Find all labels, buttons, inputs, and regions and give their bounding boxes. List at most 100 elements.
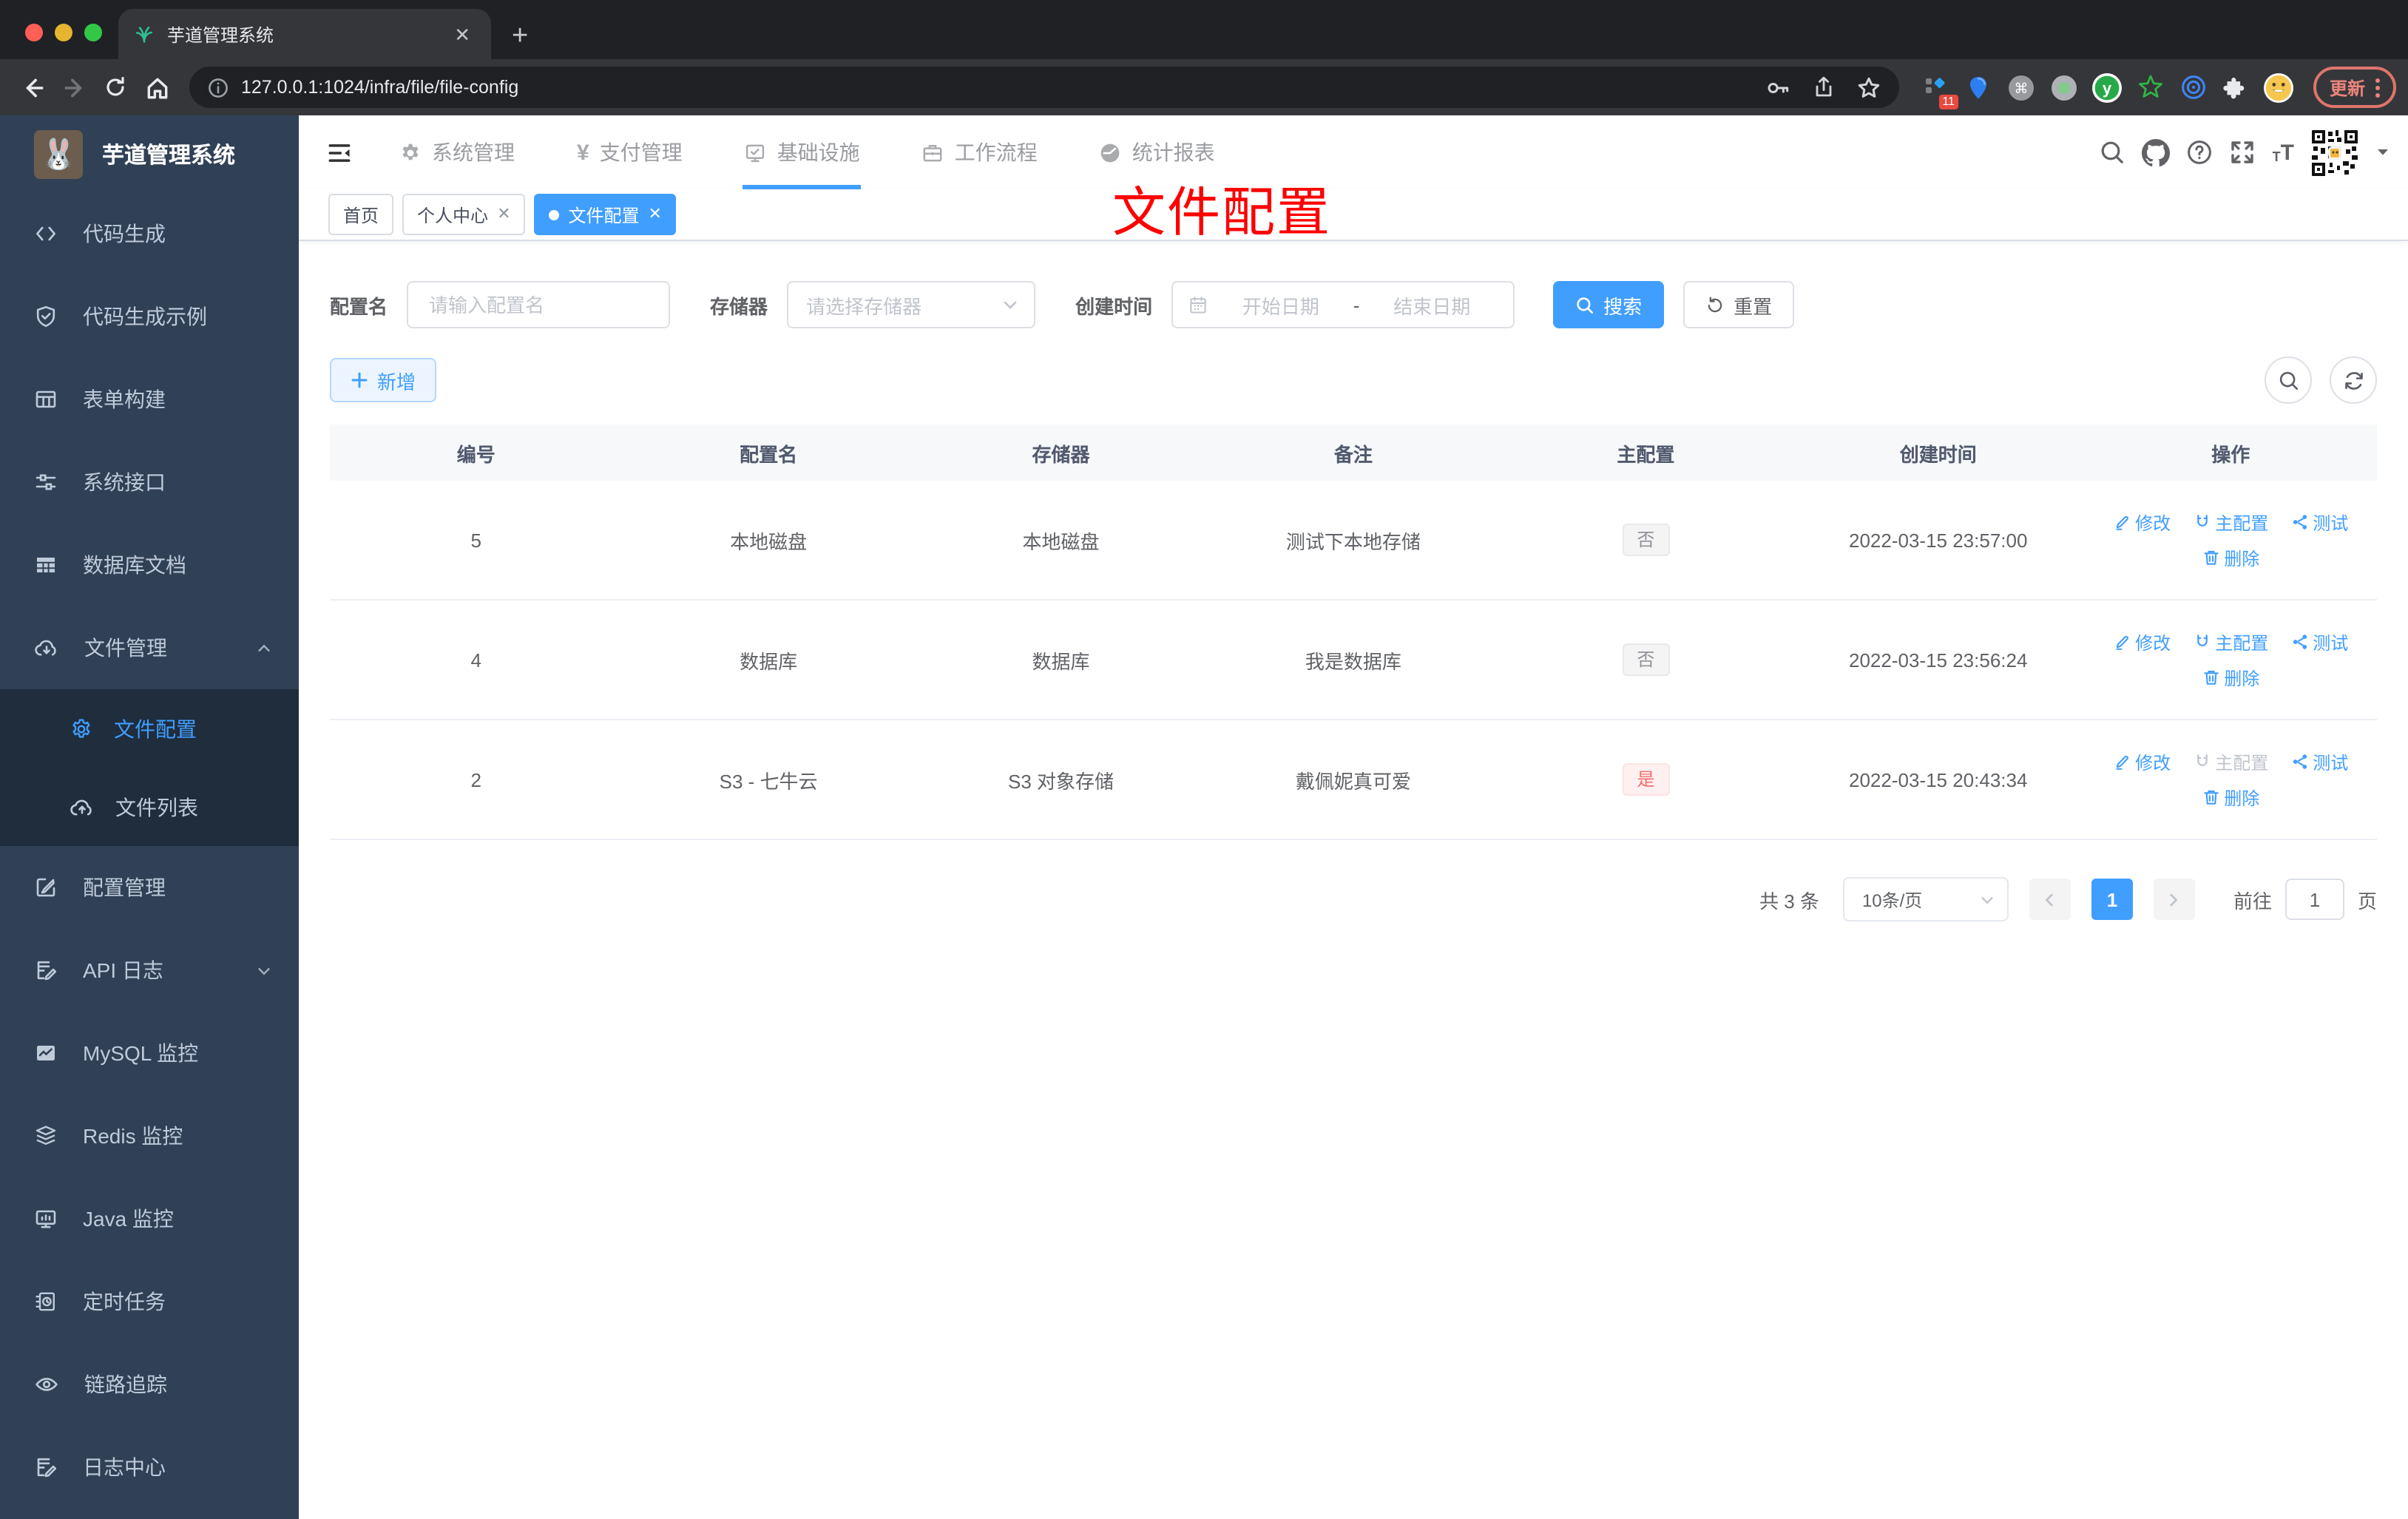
goto-page-group: 前往 页 [2233, 879, 2377, 920]
extension-record-icon[interactable] [2049, 71, 2081, 104]
delete-link[interactable]: 删除 [2202, 785, 2259, 810]
browser-menu-icon[interactable] [2375, 78, 2380, 97]
current-page-button[interactable]: 1 [2091, 879, 2133, 920]
tag-chip-profile[interactable]: 个人中心 ✕ [402, 194, 526, 235]
sidebar-item-config-management[interactable]: 配置管理 [0, 846, 299, 929]
extension-y-icon[interactable]: y [2091, 71, 2124, 104]
browser-tabstrip: 芋道管理系统 ✕ + [0, 0, 2408, 59]
nav-item-workflow[interactable]: 工作流程 [891, 115, 1069, 189]
tag-chip-home[interactable]: 首页 [328, 194, 394, 235]
storage-select[interactable]: 请选择存储器 [787, 281, 1036, 328]
forward-icon[interactable] [53, 67, 95, 108]
nav-item-infrastructure[interactable]: 基础设施 [714, 115, 891, 189]
cell-storage: S3 对象存储 [914, 720, 1208, 840]
page-size-select[interactable]: 10条/页 [1842, 877, 2009, 921]
delete-link[interactable]: 删除 [2202, 665, 2259, 690]
sidebar-item-file-config[interactable]: 文件配置 [0, 689, 299, 768]
filter-time-label: 创建时间 [1075, 295, 1153, 317]
extension-eye-icon[interactable] [2177, 71, 2210, 104]
url-bar[interactable]: 127.0.0.1:1024/infra/file/file-config [189, 67, 1899, 108]
close-icon[interactable]: ✕ [497, 206, 510, 223]
edit-link[interactable]: 修改 [2113, 749, 2171, 774]
sidebar-item-system-api[interactable]: 系统接口 [0, 441, 299, 524]
window-close-button[interactable] [25, 24, 43, 41]
sidebar-logo[interactable]: 🐰 芋道管理系统 [0, 115, 299, 192]
window-zoom-button[interactable] [84, 24, 102, 41]
pagination-total: 共 3 条 [1759, 890, 1819, 912]
delete-link[interactable]: 删除 [2202, 545, 2259, 570]
sidebar-item-log-center[interactable]: 日志中心 [0, 1426, 299, 1509]
extension-star-icon[interactable] [2134, 71, 2167, 104]
sidebar-item-label: 文件管理 [84, 636, 167, 660]
browser-update-button[interactable]: 更新 [2313, 67, 2396, 108]
table-refresh-button[interactable] [2330, 356, 2377, 404]
extension-balloon-icon[interactable] [1963, 71, 1995, 104]
add-button[interactable]: 新增 [330, 358, 437, 402]
back-icon[interactable] [12, 67, 53, 108]
table-search-toggle-button[interactable] [2265, 356, 2312, 404]
avatar-dropdown-caret-icon[interactable] [2375, 145, 2390, 160]
new-tab-button[interactable]: + [512, 22, 528, 50]
test-link[interactable]: 测试 [2290, 629, 2348, 654]
prev-page-button[interactable] [2029, 879, 2071, 920]
sidebar-item-api-log[interactable]: API 日志 [0, 929, 299, 1012]
sidebar-item-form-builder[interactable]: 表单构建 [0, 358, 299, 441]
goto-page-input[interactable] [2284, 879, 2344, 920]
test-link[interactable]: 测试 [2290, 749, 2348, 774]
sidebar-item-mysql-monitor[interactable]: MySQL 监控 [0, 1012, 299, 1095]
bookmark-star-icon[interactable] [1856, 75, 1881, 100]
sidebar-item-db-doc[interactable]: 数据库文档 [0, 524, 299, 606]
extension-pin-icon[interactable]: 11 [1920, 71, 1958, 109]
fullscreen-icon[interactable] [2230, 139, 2256, 166]
sidebar-item-scheduled-tasks[interactable]: 定时任务 [0, 1260, 299, 1343]
extension-puzzle-icon[interactable] [2220, 71, 2253, 104]
master-link[interactable]: 主配置 [2193, 510, 2268, 535]
extension-badge: 11 [1938, 95, 1958, 109]
home-icon[interactable] [136, 67, 177, 108]
reload-icon[interactable] [95, 67, 136, 108]
window-minimize-button[interactable] [55, 24, 72, 41]
sidebar-item-tracing[interactable]: 链路追踪 [0, 1343, 299, 1426]
share-icon[interactable] [1812, 75, 1836, 99]
sidebar-item-code-generation[interactable]: 代码生成 [0, 192, 299, 275]
github-icon[interactable] [2142, 138, 2171, 166]
filter-storage-label: 存储器 [710, 295, 768, 317]
reset-button[interactable]: 重置 [1683, 281, 1795, 328]
next-page-button[interactable] [2153, 879, 2195, 920]
avatar[interactable] [2310, 128, 2359, 177]
sidebar-item-file-management[interactable]: 文件管理 [0, 606, 299, 689]
search-icon[interactable] [2100, 139, 2126, 166]
sidebar-item-file-list[interactable]: 文件列表 [0, 768, 299, 846]
font-size-icon[interactable]: TT [2273, 141, 2294, 163]
help-icon[interactable] [2187, 139, 2213, 166]
tag-chip-label: 文件配置 [568, 205, 640, 226]
cell-id: 4 [330, 600, 623, 720]
browser-tab[interactable]: 芋道管理系统 ✕ [118, 9, 491, 59]
nav-item-payment[interactable]: ¥ 支付管理 [546, 115, 714, 189]
file-config-table: 编号 配置名 存储器 备注 主配置 创建时间 操作 5 本地磁盘 本地磁盘 测试… [330, 424, 2377, 840]
search-button[interactable]: 搜索 [1553, 281, 1665, 328]
edit-link[interactable]: 修改 [2113, 510, 2171, 535]
master-link[interactable]: 主配置 [2193, 629, 2268, 654]
tab-close-icon[interactable]: ✕ [448, 21, 476, 47]
cell-master: 是 [1499, 720, 1793, 840]
extension-command-icon[interactable]: ⌘ [2006, 71, 2038, 104]
nav-item-system[interactable]: 系统管理 [368, 115, 546, 189]
test-link[interactable]: 测试 [2290, 510, 2348, 535]
eye-icon [34, 1373, 59, 1396]
sidebar-item-code-example[interactable]: 代码生成示例 [0, 275, 299, 358]
sidebar-item-redis-monitor[interactable]: Redis 监控 [0, 1095, 299, 1177]
extension-emoji-icon[interactable] [2263, 71, 2296, 104]
close-icon[interactable]: ✕ [649, 206, 662, 223]
tag-chip-file-config[interactable]: 文件配置 ✕ [534, 194, 677, 235]
edit-link[interactable]: 修改 [2113, 629, 2171, 654]
sidebar: 🐰 芋道管理系统 代码生成 代码生成示例 表单构建 系统接口 数据库文档 文件管… [0, 115, 299, 1519]
app-root: 🐰 芋道管理系统 代码生成 代码生成示例 表单构建 系统接口 数据库文档 文件管… [0, 115, 2408, 1519]
sidebar-item-java-monitor[interactable]: Java 监控 [0, 1177, 299, 1260]
status-badge: 否 [1622, 643, 1670, 676]
sidebar-collapse-icon[interactable] [325, 138, 354, 166]
config-name-input[interactable] [426, 292, 652, 317]
date-range-picker[interactable]: 开始日期 - 结束日期 [1171, 281, 1515, 328]
site-info-icon[interactable] [207, 76, 229, 98]
password-key-icon[interactable] [1766, 75, 1791, 100]
